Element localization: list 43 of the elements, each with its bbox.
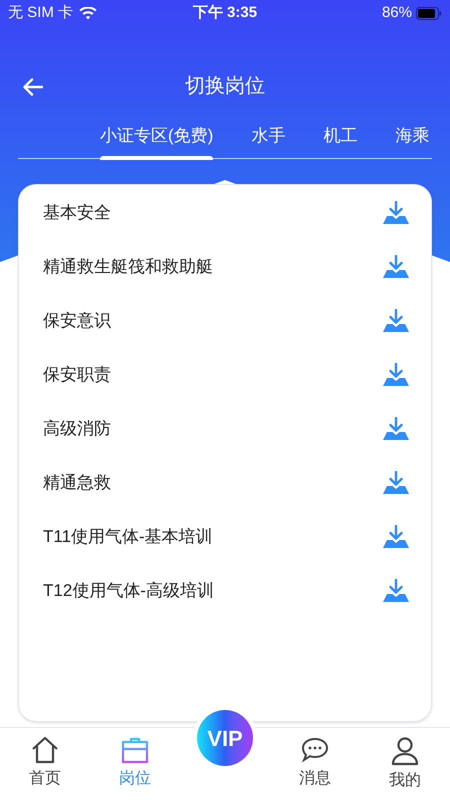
tab-bar-item[interactable]: 岗位 <box>90 728 180 800</box>
course-name: 基本安全 <box>43 202 111 224</box>
tab-bar-item[interactable]: 首页 <box>0 728 90 800</box>
course-name: 高级消防 <box>43 418 111 440</box>
carrier-text: 无 SIM 卡 <box>8 2 74 23</box>
download-button[interactable] <box>381 470 411 496</box>
download-button[interactable] <box>381 578 411 604</box>
download-icon <box>382 363 410 387</box>
download-icon <box>382 309 410 333</box>
course-name: T12使用气体-高级培训 <box>43 580 214 602</box>
download-icon <box>382 417 410 441</box>
category-tab[interactable]: 水手 <box>251 123 286 158</box>
course-name: T11使用气体-基本培训 <box>43 526 213 548</box>
download-icon <box>382 471 410 495</box>
back-arrow-icon <box>23 78 43 96</box>
clock-text: 下午 3:35 <box>192 2 258 23</box>
download-button[interactable] <box>381 416 411 442</box>
download-button[interactable] <box>381 200 411 226</box>
chat-bubble-icon <box>300 736 330 764</box>
download-button[interactable] <box>381 254 411 280</box>
course-name: 精通救生艇筏和救助艇 <box>43 256 213 278</box>
download-button[interactable] <box>381 524 411 550</box>
briefcase-icon <box>120 736 150 764</box>
download-icon <box>382 579 410 603</box>
course-name: 精通急救 <box>43 472 111 494</box>
category-tab[interactable]: 小证专区(免费) <box>100 123 214 158</box>
category-tab[interactable]: 机工 <box>323 123 358 158</box>
download-button[interactable] <box>381 362 411 388</box>
home-icon <box>30 736 60 764</box>
download-icon <box>382 255 410 279</box>
course-name: 保安职责 <box>43 364 111 386</box>
battery-icon <box>416 6 442 20</box>
course-name: 保安意识 <box>43 310 111 332</box>
tab-bar-item[interactable]: 消息 <box>270 728 360 800</box>
download-icon <box>382 201 410 225</box>
wifi-icon <box>79 6 98 20</box>
download-icon <box>382 525 410 549</box>
person-icon <box>390 736 420 766</box>
battery-text: 86% <box>382 2 412 23</box>
page-title: 切换岗位 <box>185 74 265 99</box>
category-tab[interactable]: 海乘 <box>395 123 430 158</box>
tab-bar-item[interactable]: 我的 <box>360 728 450 800</box>
download-button[interactable] <box>381 308 411 334</box>
